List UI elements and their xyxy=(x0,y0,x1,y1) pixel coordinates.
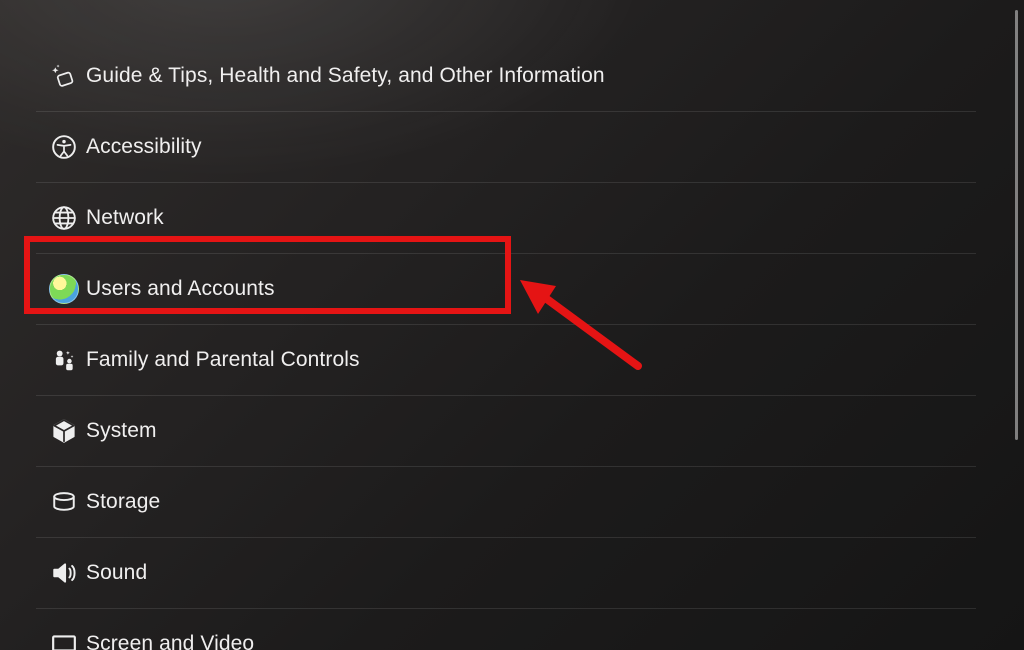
settings-item-label: Network xyxy=(86,206,164,230)
settings-item-label: Guide & Tips, Health and Safety, and Oth… xyxy=(86,64,605,88)
accessibility-icon xyxy=(42,134,86,160)
settings-item-system[interactable]: System xyxy=(36,395,976,466)
settings-item-family[interactable]: Family and Parental Controls xyxy=(36,324,976,395)
settings-item-label: Sound xyxy=(86,561,147,585)
settings-item-sound[interactable]: Sound xyxy=(36,537,976,608)
sparkle-book-icon xyxy=(42,63,86,89)
family-icon xyxy=(42,347,86,373)
globe-icon xyxy=(42,205,86,231)
screen-icon xyxy=(42,631,86,650)
settings-item-network[interactable]: Network xyxy=(36,182,976,253)
settings-item-label: Accessibility xyxy=(86,135,202,159)
cube-icon xyxy=(42,418,86,444)
speaker-icon xyxy=(42,560,86,586)
scrollbar[interactable] xyxy=(1015,10,1018,440)
settings-item-accessibility[interactable]: Accessibility xyxy=(36,111,976,182)
settings-item-users-accounts[interactable]: Users and Accounts xyxy=(36,253,976,324)
settings-item-storage[interactable]: Storage xyxy=(36,466,976,537)
settings-item-label: Family and Parental Controls xyxy=(86,348,360,372)
settings-item-label: Users and Accounts xyxy=(86,277,275,301)
avatar-icon xyxy=(42,274,86,304)
settings-list: Guide & Tips, Health and Safety, and Oth… xyxy=(36,40,976,650)
settings-item-guide[interactable]: Guide & Tips, Health and Safety, and Oth… xyxy=(36,40,976,111)
settings-item-label: System xyxy=(86,419,157,443)
disk-icon xyxy=(42,489,86,515)
settings-item-screen-video[interactable]: Screen and Video xyxy=(36,608,976,650)
settings-item-label: Screen and Video xyxy=(86,632,254,650)
settings-item-label: Storage xyxy=(86,490,160,514)
